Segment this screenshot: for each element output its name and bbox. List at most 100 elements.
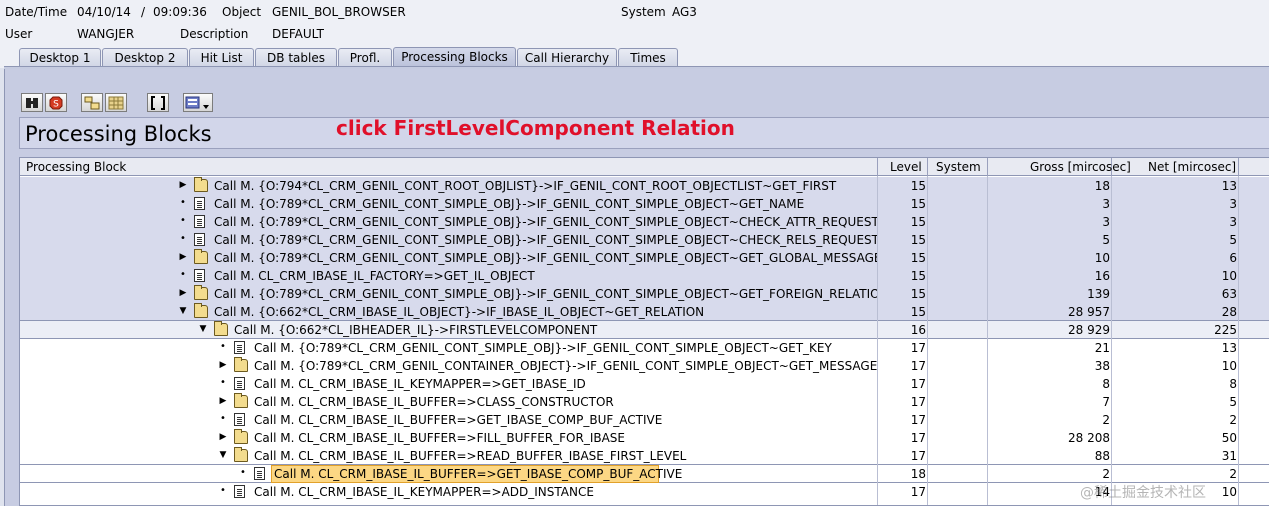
document-icon (194, 269, 205, 282)
table-row[interactable]: • Call M. {O:789*CL_CRM_GENIL_CONT_SIMPLE… (20, 231, 1269, 249)
gross-cell: 28 929 (1068, 323, 1110, 337)
column-header-system[interactable]: System (928, 158, 988, 176)
table-row[interactable]: ▶ Call M. CL_CRM_IBASE_IL_BUFFER=>CLASS_C… (20, 393, 1269, 411)
brackets-icon[interactable] (147, 93, 169, 112)
column-header-level[interactable]: Level (878, 158, 928, 176)
table-row[interactable]: ▶ Call M. {O:789*CL_CRM_GENIL_CONT_SIMPLE… (20, 285, 1269, 303)
folder-icon (234, 393, 248, 408)
tab-times[interactable]: Times (618, 48, 678, 68)
tab-hit-list[interactable]: Hit List (189, 48, 254, 68)
tab-desktop-1[interactable]: Desktop 1 (19, 48, 101, 68)
processing-block-label[interactable]: Call M. {O:789*CL_CRM_GENIL_CONT_SIMPLE_… (214, 251, 878, 265)
system-cell (928, 357, 988, 375)
net-cell: 13 (1221, 179, 1237, 193)
column-divider (1238, 176, 1239, 505)
folder-icon (234, 429, 248, 444)
processing-block-cell: ▶ Call M. {O:789*CL_CRM_GENIL_CONT_SIMPLE… (20, 249, 878, 267)
processing-block-label[interactable]: Call M. CL_CRM_IBASE_IL_BUFFER=>GET_IBAS… (254, 413, 662, 427)
document-icon (194, 215, 205, 228)
processing-block-label[interactable]: Call M. {O:789*CL_CRM_GENIL_CONT_SIMPLE_… (214, 233, 878, 247)
table-row[interactable]: ▼ Call M. {O:662*CL_CRM_IBASE_IL_OBJECT}-… (20, 303, 1269, 321)
leaf-bullet-icon: • (220, 413, 226, 424)
layout-icon[interactable] (183, 93, 213, 112)
document-icon (234, 413, 245, 426)
collapsed-arrow-icon[interactable]: ▶ (218, 360, 228, 370)
system-cell (928, 231, 988, 249)
processing-block-label[interactable]: Call M. CL_CRM_IBASE_IL_FACTORY=>GET_IL_… (214, 269, 535, 283)
processing-block-label[interactable]: Call M. CL_CRM_IBASE_IL_KEYMAPPER=>ADD_I… (254, 485, 594, 499)
processing-block-label[interactable]: Call M. {O:789*CL_CRM_GENIL_CONT_SIMPLE_… (214, 197, 804, 211)
tab-processing-blocks[interactable]: Processing Blocks (393, 47, 516, 68)
stop-icon[interactable]: S (45, 93, 67, 112)
datetime-label: Date/Time (5, 5, 68, 19)
gross-cell: 8 (1102, 377, 1110, 391)
column-divider (987, 176, 988, 505)
table-row[interactable]: ▶ Call M. {O:789*CL_CRM_GENIL_CONTAINER_O… (20, 357, 1269, 375)
level-cell: 15 (910, 179, 926, 193)
tab-desktop-2[interactable]: Desktop 2 (102, 48, 188, 68)
collapsed-arrow-icon[interactable]: ▶ (178, 252, 188, 262)
processing-block-label[interactable]: Call M. CL_CRM_IBASE_IL_KEYMAPPER=>GET_I… (254, 377, 586, 391)
table-row[interactable]: • Call M. {O:789*CL_CRM_GENIL_CONT_SIMPLE… (20, 339, 1269, 357)
tab-call-hierarchy[interactable]: Call Hierarchy (517, 48, 617, 68)
processing-block-label[interactable]: Call M. {O:662*CL_CRM_IBASE_IL_OBJECT}->… (214, 305, 704, 319)
level-cell: 15 (910, 233, 926, 247)
net-cell: 63 (1221, 287, 1237, 301)
tab-db-tables[interactable]: DB tables (255, 48, 337, 68)
expand-icon[interactable] (81, 93, 103, 112)
net-cell: 225 (1214, 323, 1237, 337)
net-cell: 10 (1221, 269, 1237, 283)
column-header-gross[interactable]: Gross [mircosec] (988, 158, 1131, 176)
object-label: Object (222, 5, 262, 19)
table-row[interactable]: ▼ Call M. CL_CRM_IBASE_IL_BUFFER=>READ_BU… (20, 447, 1269, 465)
folder-icon (234, 447, 248, 462)
collapse-icon[interactable] (105, 93, 127, 112)
processing-block-label[interactable]: Call M. {O:662*CL_IBHEADER_IL}->FIRSTLEV… (234, 323, 597, 337)
table-row[interactable]: • Call M. CL_CRM_IBASE_IL_BUFFER=>GET_IBA… (20, 465, 1269, 483)
table-row[interactable]: ▶ Call M. {O:794*CL_CRM_GENIL_CONT_ROOT_O… (20, 177, 1269, 195)
expanded-arrow-icon[interactable]: ▼ (218, 450, 228, 460)
folder-icon (194, 177, 208, 192)
processing-blocks-table: Processing Block Level System Gross [mir… (19, 157, 1269, 506)
processing-block-label[interactable]: Call M. {O:789*CL_CRM_GENIL_CONT_SIMPLE_… (214, 215, 878, 229)
processing-block-label[interactable]: Call M. CL_CRM_IBASE_IL_BUFFER=>GET_IBAS… (274, 467, 682, 481)
gross-cell: 3 (1102, 197, 1110, 211)
collapsed-arrow-icon[interactable]: ▶ (218, 432, 228, 442)
user-label: User (5, 27, 33, 41)
processing-block-cell: ▶ Call M. CL_CRM_IBASE_IL_BUFFER=>FILL_BU… (20, 429, 878, 447)
table-row[interactable]: ▼ Call M. {O:662*CL_IBHEADER_IL}->FIRSTLE… (20, 321, 1269, 339)
gross-cell: 16 (1094, 269, 1110, 283)
expanded-arrow-icon[interactable]: ▼ (198, 324, 208, 334)
expanded-arrow-icon[interactable]: ▼ (178, 306, 188, 316)
table-row[interactable]: • Call M. CL_CRM_IBASE_IL_KEYMAPPER=>GET_… (20, 375, 1269, 393)
collapsed-arrow-icon[interactable]: ▶ (218, 396, 228, 406)
table-row[interactable]: • Call M. CL_CRM_IBASE_IL_FACTORY=>GET_IL… (20, 267, 1269, 285)
column-header-block[interactable]: Processing Block (20, 158, 878, 176)
level-cell: 15 (910, 269, 926, 283)
processing-block-label[interactable]: Call M. {O:794*CL_CRM_GENIL_CONT_ROOT_OB… (214, 179, 836, 193)
table-row[interactable]: • Call M. {O:789*CL_CRM_GENIL_CONT_SIMPLE… (20, 195, 1269, 213)
processing-block-label[interactable]: Call M. {O:789*CL_CRM_GENIL_CONTAINER_OB… (254, 359, 878, 373)
collapsed-arrow-icon[interactable]: ▶ (178, 288, 188, 298)
processing-block-label[interactable]: Call M. {O:789*CL_CRM_GENIL_CONT_SIMPLE_… (214, 287, 878, 301)
folder-icon (214, 321, 228, 336)
document-icon (194, 197, 205, 210)
find-icon[interactable] (21, 93, 43, 112)
gross-cell: 88 (1094, 449, 1110, 463)
collapsed-arrow-icon[interactable]: ▶ (178, 180, 188, 190)
gross-cell: 2 (1102, 413, 1110, 427)
processing-block-label[interactable]: Call M. CL_CRM_IBASE_IL_BUFFER=>CLASS_CO… (254, 395, 614, 409)
table-row[interactable]: ▶ Call M. {O:789*CL_CRM_GENIL_CONT_SIMPLE… (20, 249, 1269, 267)
tab-profl[interactable]: Profl. (338, 48, 392, 68)
leaf-bullet-icon: • (240, 467, 246, 478)
processing-block-cell: • Call M. CL_CRM_IBASE_IL_KEYMAPPER=>ADD_… (20, 483, 878, 501)
processing-block-label[interactable]: Call M. CL_CRM_IBASE_IL_BUFFER=>READ_BUF… (254, 449, 686, 463)
processing-block-label[interactable]: Call M. {O:789*CL_CRM_GENIL_CONT_SIMPLE_… (254, 341, 832, 355)
table-row[interactable]: ▶ Call M. CL_CRM_IBASE_IL_BUFFER=>FILL_BU… (20, 429, 1269, 447)
table-row[interactable]: • Call M. CL_CRM_IBASE_IL_BUFFER=>GET_IBA… (20, 411, 1269, 429)
gross-cell: 3 (1102, 215, 1110, 229)
table-row[interactable]: • Call M. {O:789*CL_CRM_GENIL_CONT_SIMPLE… (20, 213, 1269, 231)
leaf-bullet-icon: • (220, 377, 226, 388)
processing-block-label[interactable]: Call M. CL_CRM_IBASE_IL_BUFFER=>FILL_BUF… (254, 431, 625, 445)
column-header-net[interactable]: Net [mircosec] (1112, 158, 1239, 176)
